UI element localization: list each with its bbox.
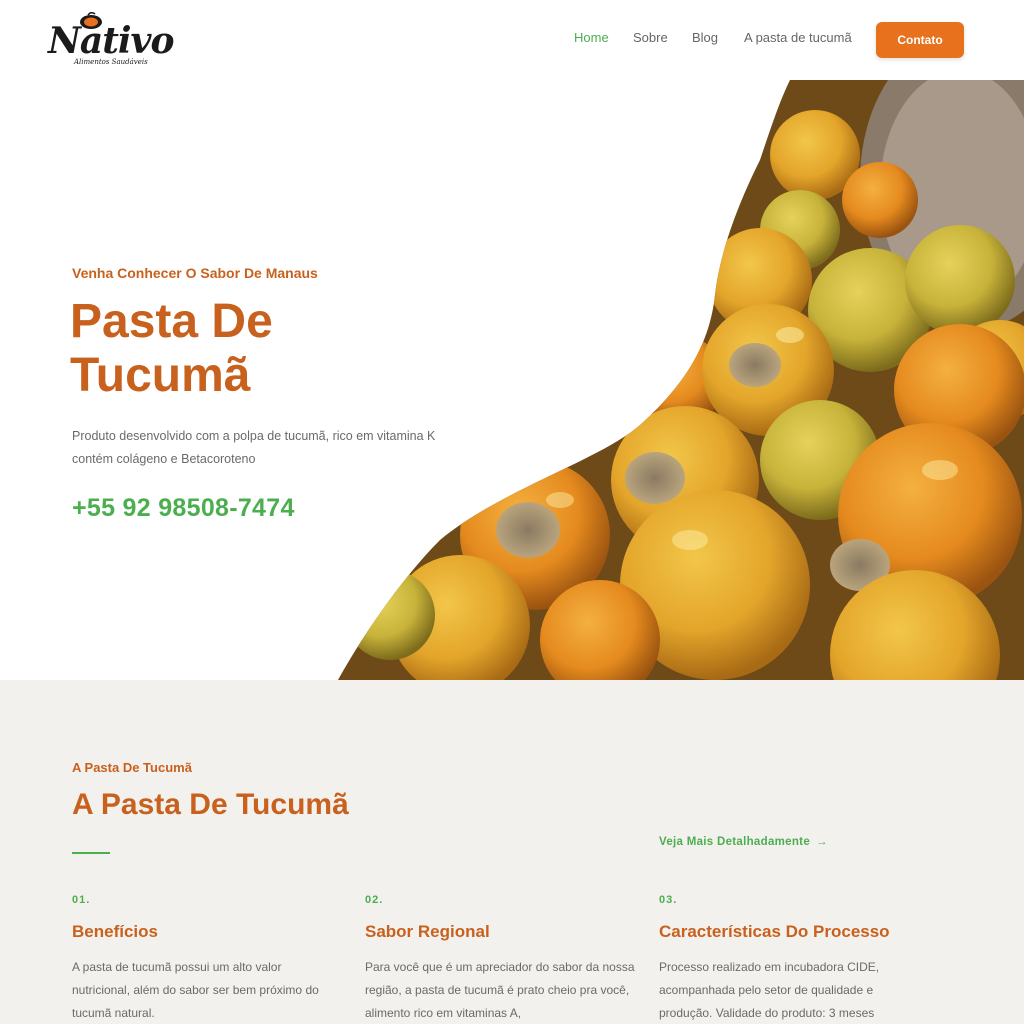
feature-text: A pasta de tucumã possui um alto valor n… [72, 960, 319, 1020]
nav-home[interactable]: Home [574, 30, 609, 45]
main-nav: Home Sobre Blog A pasta de tucumã [0, 30, 1024, 50]
hero-description: Produto desenvolvido com a polpa de tucu… [72, 429, 436, 466]
feature-title: Sabor Regional [365, 922, 490, 941]
feature-number: 01. [72, 894, 91, 906]
section-title: A Pasta De Tucumã [72, 788, 349, 821]
feature-title: Benefícios [72, 922, 158, 941]
section-kicker: A Pasta De Tucumã [72, 760, 192, 775]
more-details-label: Veja Mais Detalhadamente [659, 836, 811, 848]
feature-text: Para você que é um apreciador do sabor d… [365, 960, 635, 1020]
site-header: Nativo Alimentos Saudáveis Home Sobre Bl… [0, 0, 1024, 80]
feature-column-3: 03. Características Do Processo Processo… [659, 894, 929, 1024]
arrow-right-icon: → [816, 836, 828, 848]
feature-column-1: 01. Benefícios A pasta de tucumã possui … [72, 894, 342, 1024]
section-divider [72, 852, 110, 854]
hero-title: Pasta De Tucumã [70, 295, 430, 403]
hero-kicker: Venha Conhecer O Sabor De Manaus [72, 265, 318, 281]
pasta-section: A Pasta De Tucumã A Pasta De Tucumã Veja… [0, 680, 1024, 1024]
hero-title-line-2: Tucumã [70, 349, 251, 402]
nav-pasta-de-tucuma[interactable]: A pasta de tucumã [744, 30, 852, 45]
nav-blog[interactable]: Blog [692, 30, 718, 45]
hero-title-line-1: Pasta De [70, 295, 273, 348]
feature-title: Características Do Processo [659, 922, 890, 941]
logo-tagline: Alimentos Saudáveis [74, 58, 148, 66]
feature-number: 03. [659, 894, 678, 906]
hero-phone-number[interactable]: +55 92 98508-7474 [72, 494, 295, 523]
feature-number: 02. [365, 894, 384, 906]
feature-column-2: 02. Sabor Regional Para você que é um ap… [365, 894, 635, 1024]
more-details-link[interactable]: Veja Mais Detalhadamente → [659, 836, 828, 848]
hero-section: Venha Conhecer O Sabor De Manaus Pasta D… [0, 80, 1024, 680]
contato-button[interactable]: Contato [876, 22, 964, 58]
nav-sobre[interactable]: Sobre [633, 30, 668, 45]
feature-text: Processo realizado em incubadora CIDE, a… [659, 960, 880, 1020]
